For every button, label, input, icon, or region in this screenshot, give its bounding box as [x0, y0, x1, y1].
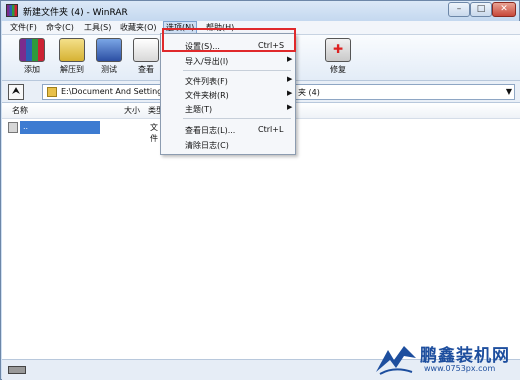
- column-size[interactable]: 大小: [124, 105, 140, 116]
- path-text-suffix: 夹 (4): [298, 88, 320, 97]
- view-button[interactable]: 查看: [128, 38, 164, 80]
- menu-separator: [183, 70, 291, 71]
- list-item[interactable]: .. 文件: [8, 121, 158, 143]
- submenu-arrow-icon: ▶: [287, 75, 293, 83]
- menu-item-themes[interactable]: 主题(T) ▶: [163, 101, 293, 116]
- add-archive-icon: [19, 38, 45, 62]
- test-button[interactable]: 测试: [91, 38, 127, 80]
- title-bar: 新建文件夹 (4) - WinRAR – □ ✕: [1, 1, 519, 21]
- submenu-arrow-icon: ▶: [287, 89, 293, 97]
- menu-favorites[interactable]: 收藏夹(O): [118, 22, 159, 33]
- repair-icon: [325, 38, 351, 62]
- column-name[interactable]: 名称: [12, 105, 28, 116]
- menu-command[interactable]: 命令(C): [44, 22, 76, 33]
- menu-item-file-list[interactable]: 文件列表(F) ▶: [163, 73, 293, 88]
- add-button[interactable]: 添加: [14, 38, 50, 80]
- test-icon: [96, 38, 122, 62]
- minimize-button[interactable]: –: [448, 2, 470, 17]
- view-label: 查看: [138, 65, 154, 74]
- watermark-name: 鹏鑫装机网: [420, 346, 510, 366]
- up-folder-button[interactable]: ⮝: [8, 84, 24, 100]
- submenu-arrow-icon: ▶: [287, 55, 293, 63]
- repair-button[interactable]: 修复: [320, 38, 356, 80]
- extract-label: 解压到: [60, 65, 84, 74]
- folder-icon: [47, 87, 57, 97]
- settings-highlight-box: [162, 28, 296, 52]
- drive-icon: [8, 366, 26, 374]
- view-icon: [133, 38, 159, 62]
- close-button[interactable]: ✕: [492, 2, 516, 17]
- repair-label: 修复: [330, 65, 346, 74]
- extract-to-button[interactable]: 解压到: [54, 38, 90, 80]
- list-item-type: 文件: [150, 123, 158, 143]
- selection-highlight: [20, 121, 100, 134]
- watermark-bird-logo: [376, 346, 416, 375]
- watermark-url: www.0753px.com: [424, 364, 496, 373]
- extract-icon: [59, 38, 85, 62]
- menu-separator: [183, 118, 291, 119]
- list-item-name: ..: [23, 122, 29, 131]
- menu-item-folder-tree[interactable]: 文件夹树(R) ▶: [163, 87, 293, 102]
- watermark: 鹏鑫装机网 www.0753px.com: [372, 338, 520, 380]
- maximize-button[interactable]: □: [470, 2, 492, 17]
- parent-folder-icon: [8, 122, 18, 133]
- menu-file[interactable]: 文件(F): [8, 22, 39, 33]
- menu-item-view-log[interactable]: 查看日志(L)... Ctrl+L: [163, 122, 293, 137]
- path-text: E:\Document And Settings: [61, 87, 167, 96]
- test-label: 测试: [101, 65, 117, 74]
- path-dropdown-icon[interactable]: ▼: [506, 87, 512, 96]
- window-title: 新建文件夹 (4) - WinRAR: [23, 8, 128, 18]
- submenu-arrow-icon: ▶: [287, 103, 293, 111]
- add-label: 添加: [24, 65, 40, 74]
- menu-tools[interactable]: 工具(S): [82, 22, 113, 33]
- winrar-app-icon: [6, 4, 18, 17]
- menu-item-import-export[interactable]: 导入/导出(I) ▶: [163, 53, 293, 68]
- menu-item-clear-log[interactable]: 清除日志(C): [163, 137, 293, 152]
